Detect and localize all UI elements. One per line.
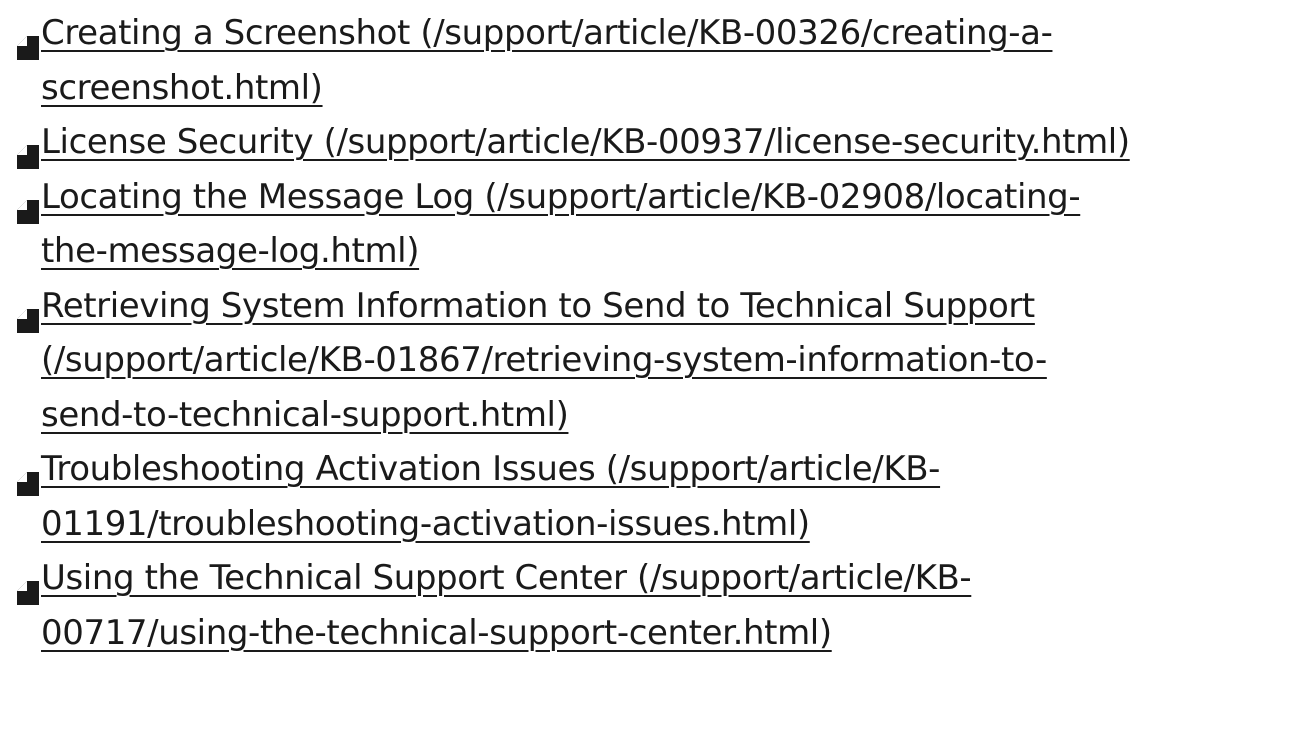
article-link-line: 01191/troubleshooting-activation-issues.… [41, 503, 810, 544]
article-link-line: Locating the Message Log (/support/artic… [41, 176, 1081, 217]
related-articles-list: Creating a Screenshot (/support/article/… [0, 6, 1306, 660]
article-link-line: Creating a Screenshot (/support/article/… [41, 13, 1053, 53]
list-item: Creating a Screenshot (/support/article/… [0, 6, 1306, 115]
list-item: Locating the Message Log (/support/artic… [0, 170, 1306, 279]
article-link-line: Retrieving System Information to Send to… [41, 285, 1035, 326]
document-icon [17, 22, 39, 60]
article-link-line: send-to-technical-support.html) [41, 394, 569, 435]
article-link-line: License Security (/support/article/KB-00… [41, 122, 1130, 162]
article-link-line: Using the Technical Support Center (/sup… [41, 558, 972, 598]
article-link-line: Troubleshooting Activation Issues (/supp… [41, 449, 941, 489]
article-link-troubleshooting-activation-issues[interactable]: Troubleshooting Activation Issues (/supp… [0, 442, 1306, 551]
document-icon [17, 295, 39, 333]
document-icon [17, 131, 39, 169]
article-link-license-security[interactable]: License Security (/support/article/KB-00… [0, 115, 1306, 170]
document-icon [17, 186, 39, 224]
list-item: Troubleshooting Activation Issues (/supp… [0, 442, 1306, 551]
list-item: Using the Technical Support Center (/sup… [0, 551, 1306, 660]
article-link-creating-a-screenshot[interactable]: Creating a Screenshot (/support/article/… [0, 6, 1306, 115]
list-item: License Security (/support/article/KB-00… [0, 115, 1306, 170]
article-link-line: screenshot.html) [41, 67, 323, 108]
document-icon [17, 567, 39, 605]
article-link-line: the-message-log.html) [41, 231, 420, 271]
article-link-retrieving-system-information[interactable]: Retrieving System Information to Send to… [0, 279, 1306, 443]
document-icon [17, 458, 39, 496]
article-link-line: 00717/using-the-technical-support-center… [41, 612, 832, 653]
list-item: Retrieving System Information to Send to… [0, 279, 1306, 443]
article-link-locating-the-message-log[interactable]: Locating the Message Log (/support/artic… [0, 170, 1306, 279]
article-link-using-the-technical-support-center[interactable]: Using the Technical Support Center (/sup… [0, 551, 1306, 660]
article-link-line: (/support/article/KB-01867/retrieving-sy… [41, 340, 1047, 380]
